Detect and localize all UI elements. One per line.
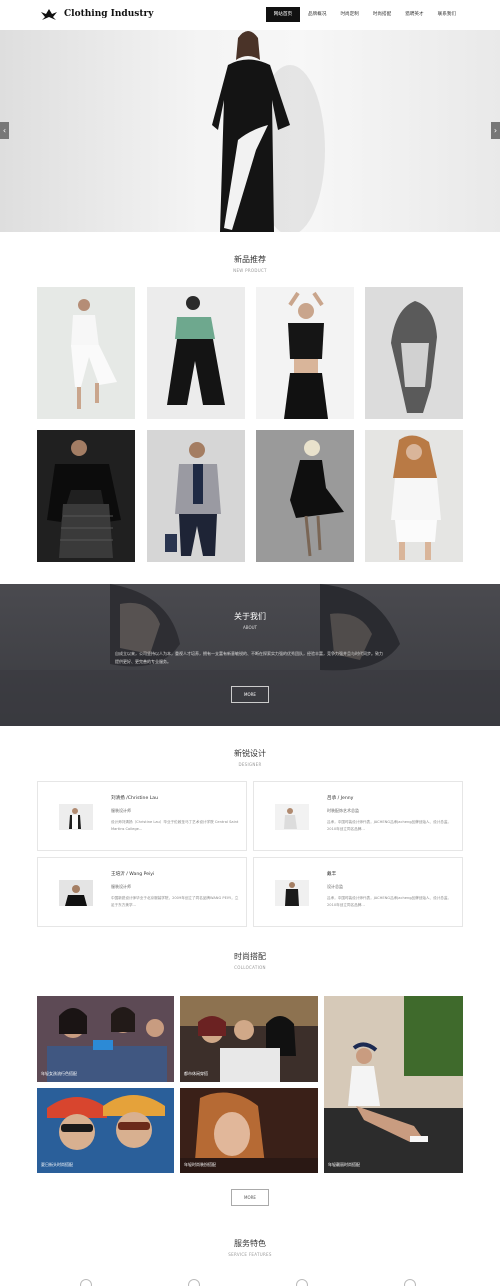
designer-role: 设计总监 xyxy=(327,884,343,889)
section-title: 新锐设计 xyxy=(234,749,266,758)
designers-heading: 新锐设计 DESIGNER xyxy=(0,748,500,767)
nav-item-brand[interactable]: 品牌概况 xyxy=(302,7,332,22)
brand-name: Clothing Industry xyxy=(64,9,154,19)
product-card[interactable] xyxy=(256,287,354,419)
designer-name: 刘清扬 /Christine Lau xyxy=(111,796,159,801)
designer-photo xyxy=(275,880,309,906)
collocation-caption: 年轻靓丽时尚搭配 xyxy=(328,1162,360,1167)
collocation-image xyxy=(180,1088,318,1173)
product-card[interactable] xyxy=(147,430,245,562)
product-image xyxy=(37,287,135,419)
designer-name: 吕承 / Jenny xyxy=(327,796,354,801)
new-products-heading: 新品推荐 NEW PRODUCT xyxy=(0,254,500,273)
nav-item-contact[interactable]: 联系我们 xyxy=(432,7,462,22)
designer-photo xyxy=(59,880,93,906)
collocation-caption: 夏日街头时尚搭配 xyxy=(41,1162,73,1167)
product-image xyxy=(365,430,463,562)
collocation-card[interactable]: 夏日街头时尚搭配 xyxy=(37,1088,174,1173)
designer-description: 吕承，中国时装设计师代表，JACHENG吕承Jacheng品牌创始人、设计总监。… xyxy=(327,896,452,907)
product-card[interactable] xyxy=(256,430,354,562)
designer-role: 时装配饰艺术总监 xyxy=(327,808,359,813)
collocation-caption: 年轻女孩流行色搭配 xyxy=(41,1071,77,1076)
designer-card[interactable]: 刘清扬 /Christine Lau 服装设计师 设计师刘清扬（Christin… xyxy=(37,781,247,851)
section-title: 关于我们 xyxy=(234,612,266,621)
designer-card[interactable]: 王培沂 / Wang Peiyi 服装设计师 中国新锐设计师毕业于北京服装学院，… xyxy=(37,857,247,927)
nav-item-collocation[interactable]: 时尚搭配 xyxy=(367,7,397,22)
product-image xyxy=(256,430,354,562)
product-image xyxy=(147,430,245,562)
section-subtitle: DESIGNER xyxy=(238,762,262,767)
collocation-card[interactable]: 年轻靓丽时尚搭配 xyxy=(324,996,463,1173)
feature-icon xyxy=(404,1279,416,1286)
designer-photo xyxy=(59,804,93,830)
about-section: 关于我们 ABOUT 自成立以来，公司坚持以人为本，重视人才培养，拥有一支富有新… xyxy=(0,584,500,726)
collocation-image xyxy=(180,996,318,1082)
product-card[interactable] xyxy=(37,287,135,419)
about-heading: 关于我们 ABOUT xyxy=(0,611,500,630)
feature-icon xyxy=(188,1279,200,1286)
collocation-image xyxy=(324,996,463,1173)
product-card[interactable] xyxy=(365,287,463,419)
collocation-caption: 都市休闲穿搭 xyxy=(184,1071,208,1076)
product-image xyxy=(256,287,354,419)
designer-description: 设计师刘清扬（Christine Lau）毕业于伦敦圣马丁艺术设计学院 Cent… xyxy=(111,820,239,831)
designer-role: 服装设计师 xyxy=(111,808,131,813)
product-image xyxy=(365,287,463,419)
product-image xyxy=(37,430,135,562)
collocation-card[interactable]: 都市休闲穿搭 xyxy=(180,996,318,1082)
feature-icon xyxy=(296,1279,308,1286)
hero-banner: ‹ › xyxy=(0,30,500,232)
collocation-heading: 时尚搭配 COLLOCATION xyxy=(0,951,500,970)
collocation-image xyxy=(37,1088,174,1173)
collocation-image xyxy=(37,996,174,1082)
about-description: 自成立以来，公司坚持以人为本，重视人才培养，拥有一支富有新意敏锐的、不断在探索实… xyxy=(115,651,383,664)
hero-model-image xyxy=(212,31,325,232)
collocation-more-button[interactable]: MORE xyxy=(231,1189,269,1206)
product-card[interactable] xyxy=(147,287,245,419)
designer-description: 吕承，中国时装设计师代表，JACHENG吕承Jacheng品牌创始人、设计总监。… xyxy=(327,820,452,831)
designer-photo xyxy=(275,804,309,830)
section-title: 时尚搭配 xyxy=(234,952,266,961)
hero-prev-button[interactable]: ‹ xyxy=(0,122,9,139)
hero-next-button[interactable]: › xyxy=(491,122,500,139)
features-heading: 服务特色 SERVICE FEATURES xyxy=(0,1238,500,1257)
nav-item-home[interactable]: 网站首页 xyxy=(265,7,301,22)
collocation-card[interactable]: 年轻时尚装扮搭配 xyxy=(180,1088,318,1173)
section-subtitle: COLLOCATION xyxy=(234,965,266,970)
designer-description: 中国新锐设计师毕业于北京服装学院，2009年创立了同名品牌WANG PEIYI，… xyxy=(111,896,239,907)
designer-card[interactable]: 吕承 / Jenny 时装配饰艺术总监 吕承，中国时装设计师代表，JACHENG… xyxy=(253,781,463,851)
section-subtitle: ABOUT xyxy=(243,625,257,630)
site-header: Clothing Industry 网站首页 品牌概况 时尚定制 时尚搭配 猎聘… xyxy=(0,0,500,30)
main-nav: 网站首页 品牌概况 时尚定制 时尚搭配 猎聘英才 联系我们 xyxy=(265,7,462,22)
section-title: 新品推荐 xyxy=(234,255,266,264)
collocation-card[interactable]: 年轻女孩流行色搭配 xyxy=(37,996,174,1082)
about-more-button[interactable]: MORE xyxy=(231,686,269,703)
designer-card[interactable]: 戴丰 设计总监 吕承，中国时装设计师代表，JACHENG吕承Jacheng品牌创… xyxy=(253,857,463,927)
product-card[interactable] xyxy=(365,430,463,562)
designer-name: 戴丰 xyxy=(327,872,337,877)
collocation-caption: 年轻时尚装扮搭配 xyxy=(184,1162,216,1167)
section-subtitle: SERVICE FEATURES xyxy=(228,1252,272,1257)
brand-emblem-icon xyxy=(41,9,57,20)
feature-icon xyxy=(80,1279,92,1286)
product-card[interactable] xyxy=(37,430,135,562)
designer-role: 服装设计师 xyxy=(111,884,131,889)
product-image xyxy=(147,287,245,419)
section-title: 服务特色 xyxy=(234,1239,266,1248)
nav-item-careers[interactable]: 猎聘英才 xyxy=(399,7,429,22)
logo[interactable]: Clothing Industry xyxy=(40,7,153,21)
designer-name: 王培沂 / Wang Peiyi xyxy=(111,872,155,877)
section-subtitle: NEW PRODUCT xyxy=(233,268,267,273)
nav-item-custom[interactable]: 时尚定制 xyxy=(334,7,364,22)
